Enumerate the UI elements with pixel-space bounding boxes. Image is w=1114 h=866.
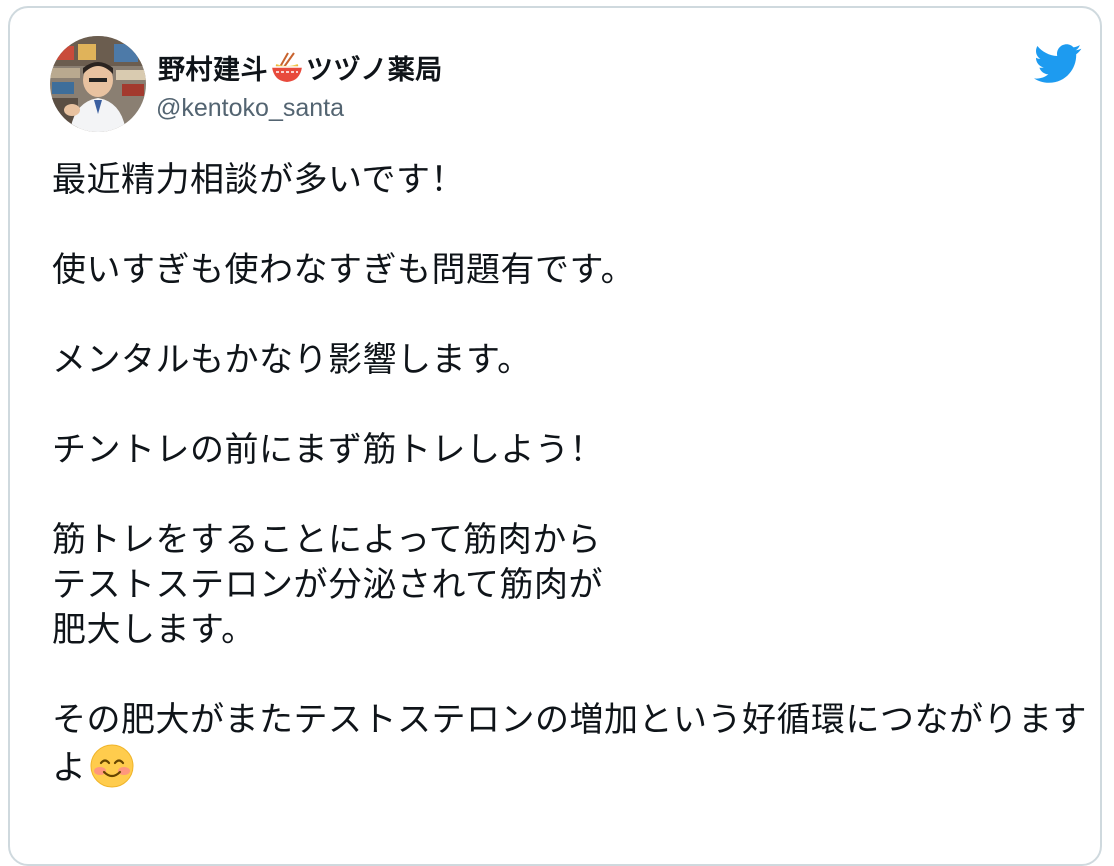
tweet-body: 最近精力相談が多いです！ 使いすぎも使わなすぎも問題有です。 メンタルもかなり影… — [52, 158, 1092, 791]
tweet-paragraph-4: チントレの前にまず筋トレしよう！ — [52, 430, 604, 470]
author-avatar[interactable] — [50, 36, 146, 132]
tweet-paragraph-5-line-2: テストステロンが分泌されて筋肉が — [52, 565, 603, 605]
tweet-paragraph-3: メンタルもかなり影響します。 — [52, 340, 532, 380]
tweet-paragraph-5-line-3: 肥大します。 — [52, 610, 256, 650]
smiling-face-icon — [89, 743, 135, 789]
display-name-text: 野村建斗 — [158, 55, 268, 86]
tweet-paragraph-2: 使いすぎも使わなすぎも問題有です。 — [52, 250, 636, 290]
tweet-paragraph-1: 最近精力相談が多いです！ — [52, 160, 465, 200]
author-handle[interactable]: @kentoko_santa — [156, 94, 344, 123]
tweet-paragraph-5-line-1: 筋トレをすることによって筋肉から — [52, 520, 602, 560]
tweet-card: 野村建斗 ツヅノ薬局 @kentoko_santa 最近精力相談が多いです！ 使… — [8, 6, 1102, 866]
display-name-text-2: ツヅノ薬局 — [306, 55, 443, 86]
avatar-photo — [50, 36, 146, 132]
ramen-bowl-icon — [270, 51, 304, 85]
twitter-bird-icon[interactable] — [1034, 44, 1082, 84]
tweet-paragraph-6: その肥大がまたテストステロンの増加という好循環につながりますよ — [52, 700, 1087, 788]
author-display-name[interactable]: 野村建斗 ツヅノ薬局 — [158, 48, 443, 87]
